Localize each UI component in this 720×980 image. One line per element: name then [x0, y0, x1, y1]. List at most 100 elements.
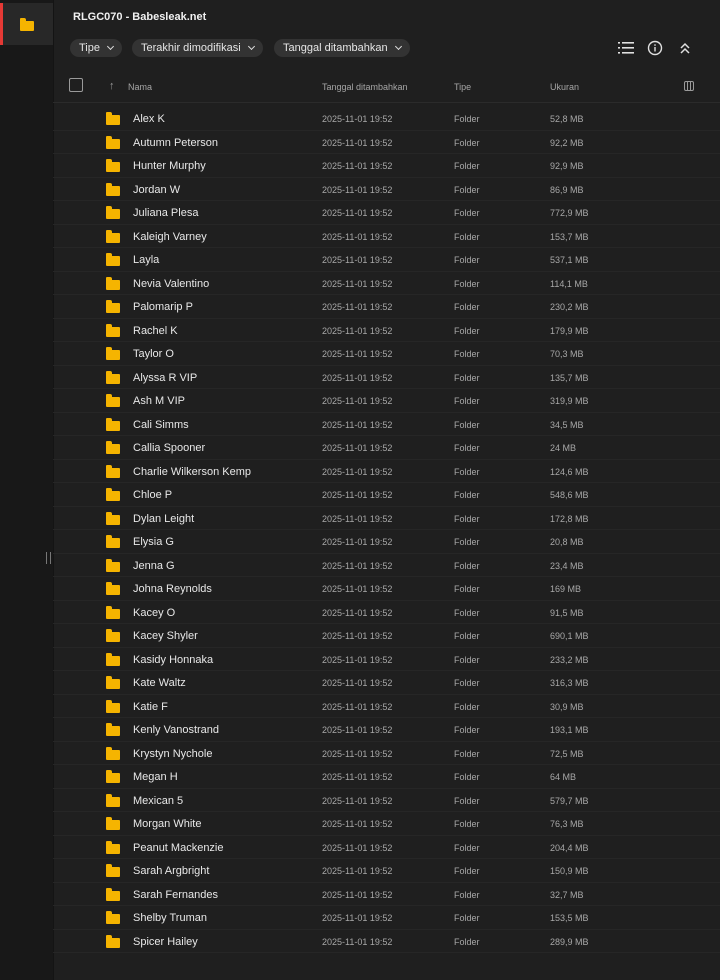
table-row[interactable]: Juliana Plesa 2025-11-01 19:52 Folder 772,9…	[53, 201, 720, 225]
row-name: Cali Simms	[133, 418, 189, 431]
table-row[interactable]: Hunter Murphy 2025-11-01 19:52 Folder 92,9 …	[53, 154, 720, 178]
info-icon[interactable]	[646, 40, 664, 56]
table-row[interactable]: Johna Reynolds 2025-11-01 19:52 Folder 169 …	[53, 577, 720, 601]
row-date: 2025-11-01 19:52	[322, 396, 393, 406]
table-row[interactable]: Ash M VIP 2025-11-01 19:52 Folder 319,9 MB	[53, 389, 720, 413]
table-row[interactable]: Jordan W 2025-11-01 19:52 Folder 86,9 MB	[53, 178, 720, 201]
row-type: Folder	[454, 278, 480, 289]
row-date: 2025-11-01 19:52	[322, 302, 393, 312]
folder-icon	[106, 676, 120, 689]
row-size: 86,9 MB	[550, 184, 584, 195]
row-size: 20,8 MB	[550, 537, 584, 547]
table-row[interactable]: Morgan White 2025-11-01 19:52 Folder 76,3 M…	[53, 812, 720, 836]
row-date: 2025-11-01 19:52	[322, 137, 393, 148]
main-panel: RLGC070 - Babesleak.net Tipe Terakhir di…	[53, 0, 720, 980]
table-row[interactable]: Peanut Mackenzie 2025-11-01 19:52 Folder 20…	[53, 836, 720, 859]
table-row[interactable]: Chloe P 2025-11-01 19:52 Folder 548,6 MB	[53, 483, 720, 507]
column-header-type[interactable]: Tipe	[454, 82, 471, 92]
table-row[interactable]: Elysia G 2025-11-01 19:52 Folder 20,8 MB	[53, 530, 720, 554]
sort-ascending-icon[interactable]: ↑	[109, 80, 115, 92]
row-date: 2025-11-01 19:52	[322, 443, 393, 453]
table-row[interactable]: Charlie Wilkerson Kemp 2025-11-01 19:52 Fo…	[53, 460, 720, 483]
table-row[interactable]: Autumn Peterson 2025-11-01 19:52 Folder 92,…	[53, 131, 720, 154]
row-size: 548,6 MB	[550, 490, 589, 500]
folder-icon	[106, 558, 120, 572]
column-header-name[interactable]: Nama	[128, 82, 152, 92]
columns-icon[interactable]	[684, 81, 694, 91]
row-name: Kacey O	[133, 606, 176, 619]
select-all-checkbox[interactable]	[69, 78, 83, 92]
row-size: 92,2 MB	[550, 137, 584, 148]
file-list: Alex K 2025-11-01 19:52 Folder 52,8 MB Autum…	[53, 107, 720, 953]
row-type: Folder	[454, 255, 480, 265]
table-row[interactable]: Mexican 5 2025-11-01 19:52 Folder 579,7 MB	[53, 789, 720, 812]
table-row[interactable]: Sarah Fernandes 2025-11-01 19:52 Folder 32,…	[53, 883, 720, 906]
row-name: Kenly Vanostrand	[133, 724, 220, 736]
row-name: Spicer Hailey	[133, 935, 198, 948]
table-row[interactable]: Kacey O 2025-11-01 19:52 Folder 91,5 MB	[53, 601, 720, 624]
filter-type[interactable]: Tipe	[70, 39, 122, 57]
collapse-icon[interactable]	[676, 40, 694, 56]
row-date: 2025-11-01 19:52	[322, 631, 393, 641]
table-row[interactable]: Kaleigh Varney 2025-11-01 19:52 Folder 153,…	[53, 225, 720, 248]
table-row[interactable]: Callia Spooner 2025-11-01 19:52 Folder 24 M…	[53, 436, 720, 460]
table-row[interactable]: Taylor O 2025-11-01 19:52 Folder 70,3 MB	[53, 342, 720, 366]
row-date: 2025-11-01 19:52	[322, 560, 393, 571]
folder-icon	[106, 793, 120, 807]
row-size: 76,3 MB	[550, 819, 584, 829]
table-row[interactable]: Kate Waltz 2025-11-01 19:52 Folder 316,3 MB	[53, 671, 720, 695]
folder-icon	[106, 206, 120, 219]
row-type: Folder	[454, 866, 480, 876]
rail-folder-item[interactable]	[0, 3, 53, 45]
folder-icon	[106, 699, 120, 713]
table-row[interactable]: Megan H 2025-11-01 19:52 Folder 64 MB	[53, 765, 720, 789]
row-name: Sarah Argbright	[133, 865, 210, 877]
row-date: 2025-11-01 19:52	[322, 349, 393, 359]
resize-handle[interactable]	[46, 552, 51, 564]
filter-last-modified[interactable]: Terakhir dimodifikasi	[132, 39, 263, 57]
table-row[interactable]: Layla 2025-11-01 19:52 Folder 537,1 MB	[53, 248, 720, 272]
row-name: Krystyn Nychole	[133, 747, 213, 760]
table-row[interactable]: Kasidy Honnaka 2025-11-01 19:52 Folder 233,…	[53, 648, 720, 671]
row-date: 2025-11-01 19:52	[322, 184, 393, 195]
row-size: 30,9 MB	[550, 701, 584, 712]
table-row[interactable]: Sarah Argbright 2025-11-01 19:52 Folder 150…	[53, 859, 720, 883]
column-header-date[interactable]: Tanggal ditambahkan	[322, 82, 408, 92]
table-row[interactable]: Spicer Hailey 2025-11-01 19:52 Folder 289,9…	[53, 930, 720, 953]
folder-icon	[106, 488, 120, 501]
row-type: Folder	[454, 490, 480, 500]
table-row[interactable]: Alex K 2025-11-01 19:52 Folder 52,8 MB	[53, 107, 720, 131]
table-row[interactable]: Kacey Shyler 2025-11-01 19:52 Folder 690,1 …	[53, 624, 720, 648]
table-row[interactable]: Palomarip P 2025-11-01 19:52 Folder 230,2 M…	[53, 295, 720, 319]
folder-icon	[20, 18, 34, 31]
table-row[interactable]: Rachel K 2025-11-01 19:52 Folder 179,9 MB	[53, 319, 720, 342]
folder-icon	[106, 864, 120, 877]
table-row[interactable]: Alyssa R VIP 2025-11-01 19:52 Folder 135,7 …	[53, 366, 720, 389]
row-date: 2025-11-01 19:52	[322, 913, 393, 923]
folder-icon	[106, 840, 120, 854]
table-row[interactable]: Katie F 2025-11-01 19:52 Folder 30,9 MB	[53, 695, 720, 718]
table-row[interactable]: Jenna G 2025-11-01 19:52 Folder 23,4 MB	[53, 554, 720, 577]
filter-date-added[interactable]: Tanggal ditambahkan	[274, 39, 410, 57]
row-date: 2025-11-01 19:52	[322, 725, 393, 735]
row-size: 24 MB	[550, 443, 577, 453]
row-size: 772,9 MB	[550, 208, 589, 218]
table-row[interactable]: Shelby Truman 2025-11-01 19:52 Folder 153,5…	[53, 906, 720, 930]
table-row[interactable]: Kenly Vanostrand 2025-11-01 19:52 Folder 19…	[53, 718, 720, 742]
row-name: Megan H	[133, 771, 178, 783]
table-row[interactable]: Krystyn Nychole 2025-11-01 19:52 Folder 72,…	[53, 742, 720, 765]
row-type: Folder	[454, 701, 480, 712]
list-view-icon[interactable]	[617, 40, 635, 56]
table-row[interactable]: Cali Simms 2025-11-01 19:52 Folder 34,5 MB	[53, 413, 720, 436]
table-row[interactable]: Dylan Leight 2025-11-01 19:52 Folder 172,8 …	[53, 507, 720, 530]
row-date: 2025-11-01 19:52	[322, 372, 393, 383]
row-type: Folder	[454, 889, 480, 900]
folder-icon	[106, 464, 120, 478]
row-date: 2025-11-01 19:52	[322, 231, 393, 242]
column-header-size[interactable]: Ukuran	[550, 82, 579, 92]
row-size: 230,2 MB	[550, 302, 589, 312]
row-size: 579,7 MB	[550, 795, 589, 806]
filter-date-added-label: Tanggal ditambahkan	[283, 42, 388, 54]
table-row[interactable]: Nevia Valentino 2025-11-01 19:52 Folder 114…	[53, 272, 720, 295]
row-name: Johna Reynolds	[133, 583, 212, 595]
